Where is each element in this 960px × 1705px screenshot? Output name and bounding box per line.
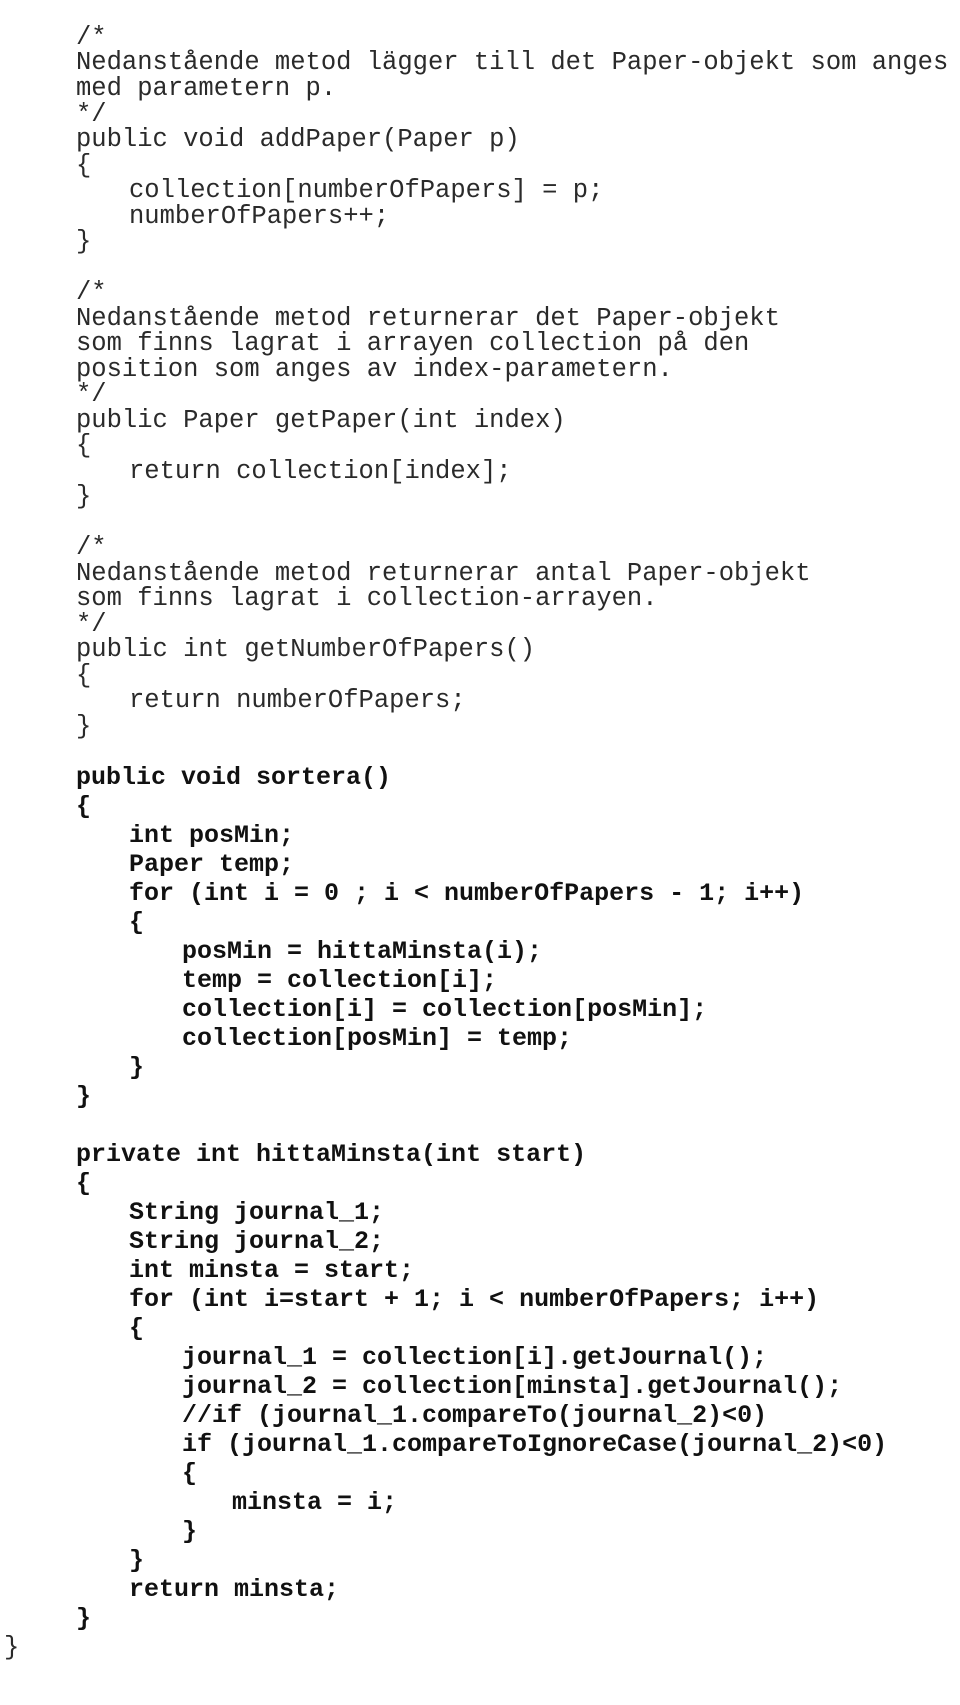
code-line: */ <box>76 380 107 409</box>
code-line: { <box>76 431 92 460</box>
code-line: journal_1 = collection[i].getJournal(); <box>182 1343 768 1372</box>
code-line: } <box>4 1633 20 1662</box>
code-line: int posMin; <box>129 821 295 850</box>
code-line: public void addPaper(Paper p) <box>76 125 520 154</box>
code-line: Paper temp; <box>129 850 295 879</box>
code-line: String journal_1; <box>129 1198 385 1227</box>
code-line: //if (journal_1.compareTo(journal_2)<0) <box>182 1401 768 1430</box>
code-line: position som anges av index-parametern. <box>76 355 673 384</box>
code-line: } <box>76 712 92 741</box>
code-line: public void sortera() <box>76 763 392 792</box>
code-line: som finns lagrat i arrayen collection på… <box>76 329 750 358</box>
code-line: { <box>182 1459 198 1488</box>
code-line: med parametern p. <box>76 74 337 103</box>
code-line: } <box>76 1604 92 1633</box>
code-line: { <box>76 1169 92 1198</box>
code-line: journal_2 = collection[minsta].getJourna… <box>182 1372 843 1401</box>
code-line: { <box>129 908 145 937</box>
code-line: } <box>76 482 92 511</box>
code-line: private int hittaMinsta(int start) <box>76 1140 587 1169</box>
code-line: String journal_2; <box>129 1227 385 1256</box>
code-line: posMin = hittaMinsta(i); <box>182 937 543 966</box>
code-line: { <box>76 792 92 821</box>
code-line: /* <box>76 533 107 562</box>
code-line: return minsta; <box>129 1575 340 1604</box>
code-line: collection[i] = collection[posMin]; <box>182 995 708 1024</box>
code-line: /* <box>76 278 107 307</box>
code-line: som finns lagrat i collection-arrayen. <box>76 584 658 613</box>
code-line: } <box>129 1053 145 1082</box>
code-line: public int getNumberOfPapers() <box>76 635 536 664</box>
code-line: { <box>76 151 92 180</box>
code-line: minsta = i; <box>232 1488 398 1517</box>
code-line: if (journal_1.compareToIgnoreCase(journa… <box>182 1430 888 1459</box>
code-line: return numberOfPapers; <box>129 686 466 715</box>
code-line: numberOfPapers++; <box>129 202 390 231</box>
code-line: } <box>182 1517 198 1546</box>
code-line: collection[posMin] = temp; <box>182 1024 573 1053</box>
code-line: { <box>76 661 92 690</box>
code-line: { <box>129 1314 145 1343</box>
code-line: for (int i=start + 1; i < numberOfPapers… <box>129 1285 820 1314</box>
code-line: public Paper getPaper(int index) <box>76 406 566 435</box>
code-line: collection[numberOfPapers] = p; <box>129 176 604 205</box>
code-line: Nedanstående metod lägger till det Paper… <box>76 48 949 77</box>
code-line: for (int i = 0 ; i < numberOfPapers - 1;… <box>129 879 805 908</box>
code-line: return collection[index]; <box>129 457 512 486</box>
code-line: temp = collection[i]; <box>182 966 498 995</box>
code-line: } <box>76 1082 92 1111</box>
code-line: int minsta = start; <box>129 1256 415 1285</box>
code-line: } <box>76 227 92 256</box>
code-line: } <box>129 1546 145 1575</box>
